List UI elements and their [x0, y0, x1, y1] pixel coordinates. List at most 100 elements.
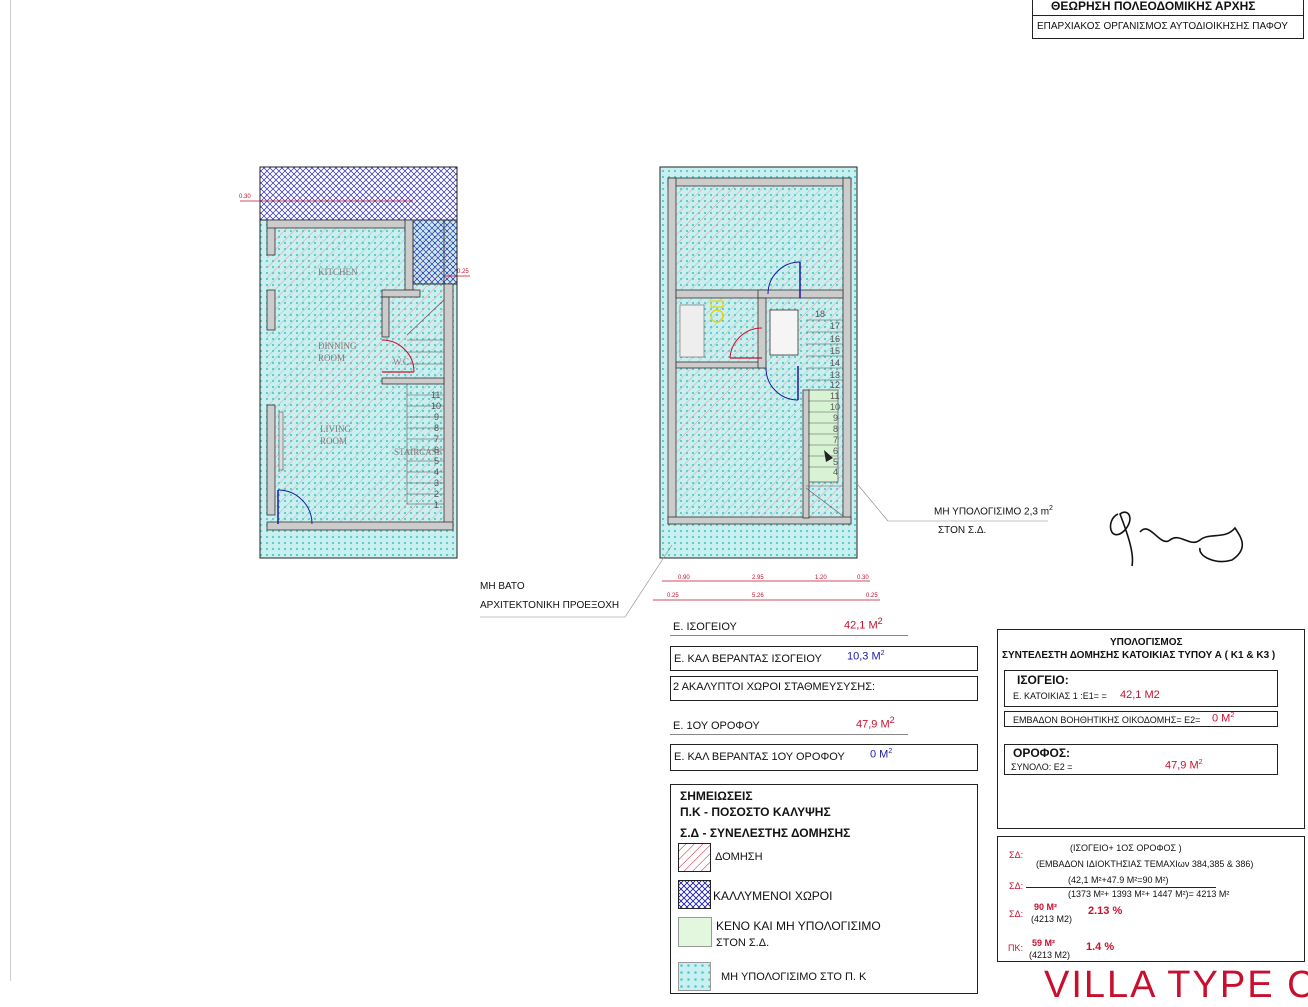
room-label-wc: W.C	[393, 357, 409, 367]
formula-pk-percent: 1.4 %	[1086, 941, 1115, 953]
dim-ground-top: 0.30	[239, 194, 251, 200]
legend-label-void: ΚΕΝΟ ΚΑΙ ΜΗ ΥΠΟΛΟΓΙΣΙΜΟ	[716, 919, 881, 933]
legend-label-cyan: ΜΗ ΥΠΟΛΟΓΙΣΙΜΟ ΣΤΟ Π. Κ	[721, 971, 867, 983]
step-number: 2	[434, 489, 440, 499]
calc-total-value: 47,9 M2	[1165, 759, 1203, 772]
legend-label-covered: ΚΑΛΛΥΜΕΝΟΙ ΧΩΡΟΙ	[713, 889, 833, 903]
dimension-label: 2.95	[752, 575, 764, 581]
step-number: 7	[833, 435, 839, 445]
first-area-label: Ε. 1ΟΥ ΟΡΟΦΟΥ	[673, 720, 760, 732]
ground-area-label: Ε. ΙΣΟΓΕΙΟΥ	[673, 621, 737, 633]
calc-aux-label: ΕΜΒΑΔΟΝ ΒΟΗΘΗΤΙΚΗΣ ΟΙΚΟΔΟΜΗΣ= Ε2=	[1013, 715, 1201, 725]
step-number: 6	[434, 445, 440, 455]
formula-sd-percent: 2.13 %	[1088, 905, 1123, 917]
dim-ground-side: 0.25	[457, 269, 469, 275]
calc-ground-box: ΙΣΟΓΕΙΟ: Ε. ΚΑΤΟΙΚΙΑΣ 1 :Ε1= = 42,1 Μ2	[1004, 670, 1278, 707]
calc-aux-box: ΕΜΒΑΔΟΝ ΒΟΗΘΗΤΙΚΗΣ ΟΙΚΟΔΟΜΗΣ= Ε2= 0 M2	[1004, 711, 1278, 727]
ground-veranda-row: Ε. ΚΑΛ ΒΕΡΑΝΤΑΣ ΙΣΟΓΕΙΟΥ 10,3 M2	[670, 646, 978, 671]
notes-pk: Π.Κ - ΠΟΣΟΣΤΟ ΚΑΛΥΨΗΣ	[680, 805, 831, 819]
step-number: 8	[434, 423, 440, 433]
room-label-living-room: ROOM	[320, 436, 348, 446]
formula-pk: ΠΚ:	[1008, 943, 1024, 953]
parking-label: 2 ΑΚΑΛΥΠΤΟΙ ΧΩΡΟΙ ΣΤΑΘΜΕΥΣΥΣΗΣ:	[673, 681, 876, 693]
first-veranda-row: Ε. ΚΑΛ ΒΕΡΑΝΤΑΣ 1ΟΥ ΟΡΟΦΟΥ 0 M2	[670, 744, 978, 771]
drawing-title: VILLA TYPE C	[1044, 964, 1308, 1006]
ground-veranda-value: 10,3 M2	[847, 650, 885, 663]
step-number: 5	[434, 456, 440, 466]
calc-e1-value: 42,1 Μ2	[1120, 689, 1160, 701]
formula-box: ΣΔ: (ΙΣΟΓΕΙΟ+ 1ΟΣ ΟΡΟΦΟΣ ) (ΕΜΒΑΔΟΝ ΙΔΙΟ…	[997, 836, 1305, 962]
notes-sd: Σ.Δ - ΣΥΝΕΛΕΣΤΗΣ ΔΟΜΗΣΗΣ	[680, 826, 851, 840]
room-label-living: LIVING	[320, 424, 351, 434]
formula-line-2: (ΕΜΒΑΔΟΝ ΙΔΙΟΚΤΗΣΙΑΣ ΤΕΜΑΧΙων 384,385 & …	[1036, 859, 1254, 869]
dimension-label: 0.25	[667, 593, 679, 599]
step-number: 3	[434, 478, 440, 488]
calc-total-label: ΣΥΝΟΛΟ: Ε2 =	[1011, 762, 1073, 772]
step-number: 10	[830, 402, 841, 412]
parking-row: 2 ΑΚΑΛΥΠΤΟΙ ΧΩΡΟΙ ΣΤΑΘΜΕΥΣΥΣΗΣ:	[670, 676, 978, 701]
non-calc-annotation: ΜΗ ΥΠΟΛΟΓΙΣΙΜΟ 2,3 m2	[934, 505, 1053, 518]
floor-plans	[240, 166, 1243, 618]
dimension-label: 0.30	[857, 575, 869, 581]
legend-swatch-covered	[678, 880, 711, 909]
formula-sd-numerator: 90 M²	[1034, 902, 1058, 912]
calc-title-2: ΣΥΝΤΕΛΕΣΤΗ ΔΟΜΗΣΗΣ ΚΑΤΟΙΚΙΑΣ ΤΥΠΟΥ Α ( Κ…	[1002, 650, 1276, 661]
step-number: 14	[830, 358, 841, 368]
first-area-value: 47,9 M2	[856, 715, 895, 731]
coverage-calculation: ΥΠΟΛΟΓΙΣΜΟΣ ΣΥΝΤΕΛΕΣΤΗ ΔΟΜΗΣΗΣ ΚΑΤΟΙΚΙΑΣ…	[997, 629, 1305, 829]
step-number: 10	[431, 401, 442, 411]
step-number: 4	[434, 467, 440, 477]
formula-sd-denominator: (4213 M2)	[1031, 914, 1073, 924]
calc-title-1: ΥΠΟΛΟΓΙΣΜΟΣ	[1110, 637, 1183, 648]
step-number: 11	[830, 391, 840, 401]
room-label-kitchen: KITCHEN	[318, 267, 358, 277]
calc-floor-head: ΟΡΟΦΟΣ:	[1013, 746, 1071, 760]
step-number: 1	[434, 500, 440, 510]
formula-sd-1: ΣΔ:	[1009, 850, 1024, 860]
step-number: 9	[833, 413, 839, 423]
step-number: 16	[830, 334, 841, 344]
first-veranda-value: 0 M2	[870, 748, 893, 761]
step-number: 17	[830, 321, 841, 331]
dimension-label: 5.26	[752, 593, 764, 599]
legend-swatch-cyan	[678, 962, 711, 991]
notes-title: ΣΗΜΕΙΩΣΕΙΣ	[680, 789, 753, 803]
formula-line-1: (ΙΣΟΓΕΙΟ+ 1ΟΣ ΟΡΟΦΟΣ )	[1070, 843, 1182, 853]
dimension-label: 1.20	[815, 575, 827, 581]
step-number: 13	[830, 370, 841, 380]
signature	[1109, 511, 1243, 567]
first-veranda-label: Ε. ΚΑΛ ΒΕΡΑΝΤΑΣ 1ΟΥ ΟΡΟΦΟΥ	[674, 751, 845, 763]
step-number: 7	[434, 434, 440, 444]
ground-area-value: 42,1 M2	[844, 616, 883, 632]
non-calc-annotation-line2: ΣΤΟΝ Σ.Δ.	[938, 525, 987, 536]
legend-label-structure: ΔΟΜΗΣΗ	[715, 851, 763, 863]
arch-projection-label: ΑΡΧΙΤΕΚΤΟΝΙΚΗ ΠΡΟΕΞΟΧΗ	[480, 600, 620, 611]
calc-e1-label: Ε. ΚΑΤΟΙΚΙΑΣ 1 :Ε1= =	[1013, 691, 1107, 701]
room-label-dinning: DINNING	[318, 341, 357, 351]
first-floor-plan	[480, 166, 1048, 618]
step-number: 5	[833, 457, 839, 467]
legend-label-void-line2: ΣΤΟΝ Σ.Δ.	[716, 937, 770, 949]
dimension-label: 0.25	[866, 593, 878, 599]
step-number: 12	[830, 380, 841, 390]
step-number: 18	[815, 309, 826, 319]
formula-sd-2: ΣΔ:	[1009, 881, 1024, 891]
calc-aux-value: 0 M2	[1212, 712, 1235, 725]
legend-swatch-structure	[678, 843, 711, 872]
formula-sd-3: ΣΔ:	[1009, 909, 1024, 919]
step-number: 9	[434, 412, 440, 422]
formula-denominator: (1373 M²+ 1393 M²+ 1447 M²)= 4213 M²	[1068, 889, 1230, 899]
formula-pk-denominator: (4213 M2)	[1029, 950, 1071, 960]
legend-swatch-void	[678, 917, 712, 947]
notes-legend: ΣΗΜΕΙΩΣΕΙΣ Π.Κ - ΠΟΣΟΣΤΟ ΚΑΛΥΨΗΣ Σ.Δ - Σ…	[670, 784, 978, 994]
non-walkable-label: ΜΗ ΒΑΤΟ	[480, 581, 525, 592]
step-number: 4	[833, 467, 839, 477]
formula-pk-numerator: 59 M²	[1032, 938, 1056, 948]
calc-floor-box: ΟΡΟΦΟΣ: ΣΥΝΟΛΟ: Ε2 = 47,9 M2	[1004, 744, 1278, 775]
room-label-dinning-room: ROOM	[318, 353, 346, 363]
formula-numerator: (42,1 M²+47.9 M²=90 M²)	[1068, 875, 1169, 885]
step-number: 6	[833, 446, 839, 456]
step-number: 8	[833, 424, 839, 434]
ground-veranda-label: Ε. ΚΑΛ ΒΕΡΑΝΤΑΣ ΙΣΟΓΕΙΟΥ	[674, 653, 822, 665]
calc-ground-head: ΙΣΟΓΕΙΟ:	[1017, 673, 1069, 687]
